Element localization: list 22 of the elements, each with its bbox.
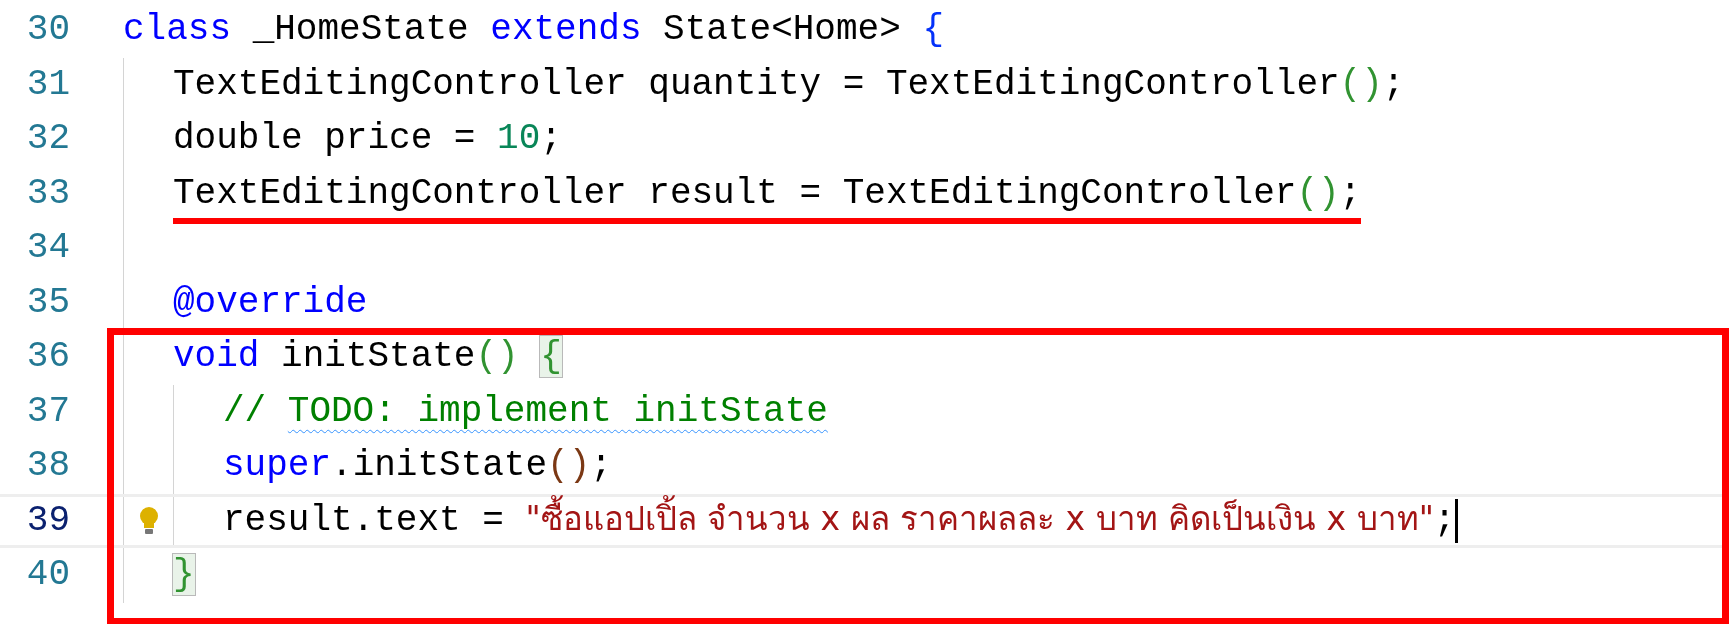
line-number: 40 — [25, 553, 70, 598]
code-line: result.text = "ซื้อแอปเปิ้ล จำนวน x ผล ราคาผลละ x บาท คิดเป็นเงิน x บาท"; — [223, 493, 1456, 548]
line-number: 38 — [25, 444, 70, 489]
line-number: 35 — [25, 280, 70, 325]
line-number: 30 — [25, 8, 70, 53]
line-number: 39 — [25, 498, 70, 543]
line-number: 32 — [25, 117, 70, 162]
code-line: super.initState(); — [223, 444, 612, 489]
code-line: double price = 10; — [173, 117, 562, 162]
line-number: 34 — [25, 226, 70, 271]
line-number: 37 — [25, 389, 70, 434]
code-line: TextEditingController result = TextEditingController(); — [173, 171, 1362, 216]
code-line: @override — [173, 280, 368, 325]
code-line: // TODO: implement initState — [223, 389, 828, 434]
text-cursor — [1455, 498, 1459, 543]
code-line: TextEditingController quantity = TextEditingController(); — [173, 62, 1405, 107]
code-line: void initState() { — [173, 335, 562, 380]
code-line: class _HomeState extends State<Home> { — [123, 8, 944, 53]
lightbulb-icon[interactable] — [137, 505, 160, 536]
line-number: 36 — [25, 335, 70, 380]
line-number: 33 — [25, 171, 70, 216]
line-number: 31 — [25, 62, 70, 107]
